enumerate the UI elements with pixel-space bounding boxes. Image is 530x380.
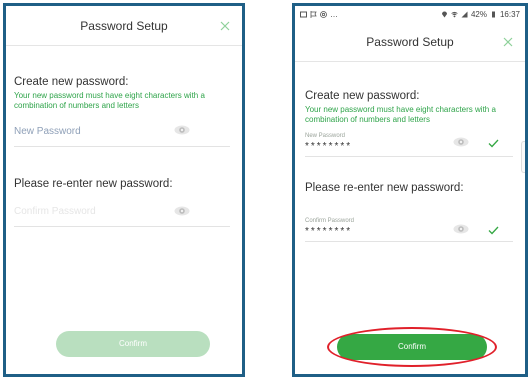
confirm-password-field[interactable]: Confirm Password ******** (305, 215, 513, 242)
left-phone-screen: Password Setup Create new password: Your… (3, 3, 245, 377)
create-password-heading: Create new password: (305, 90, 420, 102)
scrollbar[interactable] (521, 141, 525, 173)
confirm-button[interactable]: Confirm (56, 331, 210, 357)
eye-icon[interactable] (453, 137, 469, 147)
close-button[interactable] (501, 35, 515, 49)
flag-icon (310, 10, 317, 18)
close-icon (503, 37, 513, 46)
battery-icon (491, 11, 495, 17)
confirm-button[interactable]: Confirm (337, 334, 487, 360)
close-icon (220, 21, 230, 30)
confirm-password-label: Confirm Password (305, 218, 355, 224)
at-icon (320, 10, 327, 18)
create-password-heading: Create new password: (14, 76, 129, 88)
reenter-password-heading: Please re-enter new password: (14, 178, 173, 190)
check-icon (488, 226, 499, 235)
form-content: Create new password: Your new password m… (295, 63, 525, 242)
check-icon (488, 139, 499, 148)
page-title: Password Setup (80, 18, 168, 33)
password-hint: Your new password must have eight charac… (305, 105, 496, 124)
confirm-password-field[interactable]: Confirm Password (14, 197, 230, 227)
new-password-placeholder: New Password (14, 126, 81, 137)
header: Password Setup (6, 6, 242, 46)
page-title: Password Setup (366, 34, 454, 49)
new-password-field[interactable]: New Password ******** (305, 130, 513, 157)
confirm-password-placeholder: Confirm Password (14, 206, 96, 217)
reenter-password-heading: Please re-enter new password: (305, 182, 464, 194)
wifi-icon (451, 11, 458, 18)
new-password-label: New Password (305, 133, 346, 139)
confirm-password-value: ******** (305, 226, 353, 237)
location-icon (441, 11, 447, 17)
new-password-field[interactable]: New Password (14, 117, 230, 147)
password-hint: Your new password must have eight charac… (14, 91, 205, 110)
signal-icon (461, 11, 468, 17)
eye-icon[interactable] (174, 206, 190, 216)
eye-icon[interactable] (174, 125, 190, 135)
battery-percent: 42% (470, 9, 487, 19)
new-password-value: ******** (305, 141, 353, 152)
close-button[interactable] (218, 19, 232, 33)
form-content: Create new password: Your new password m… (6, 47, 242, 227)
eye-icon[interactable] (453, 224, 469, 234)
notification-icon (300, 11, 307, 17)
more-notifications-icon: … (330, 9, 338, 19)
right-phone-screen: … 42% 16:37 Password Setup Create new pa… (292, 3, 528, 377)
status-bar: … 42% 16:37 (295, 6, 525, 22)
header: Password Setup (295, 22, 525, 62)
clock: 16:37 (499, 9, 520, 19)
